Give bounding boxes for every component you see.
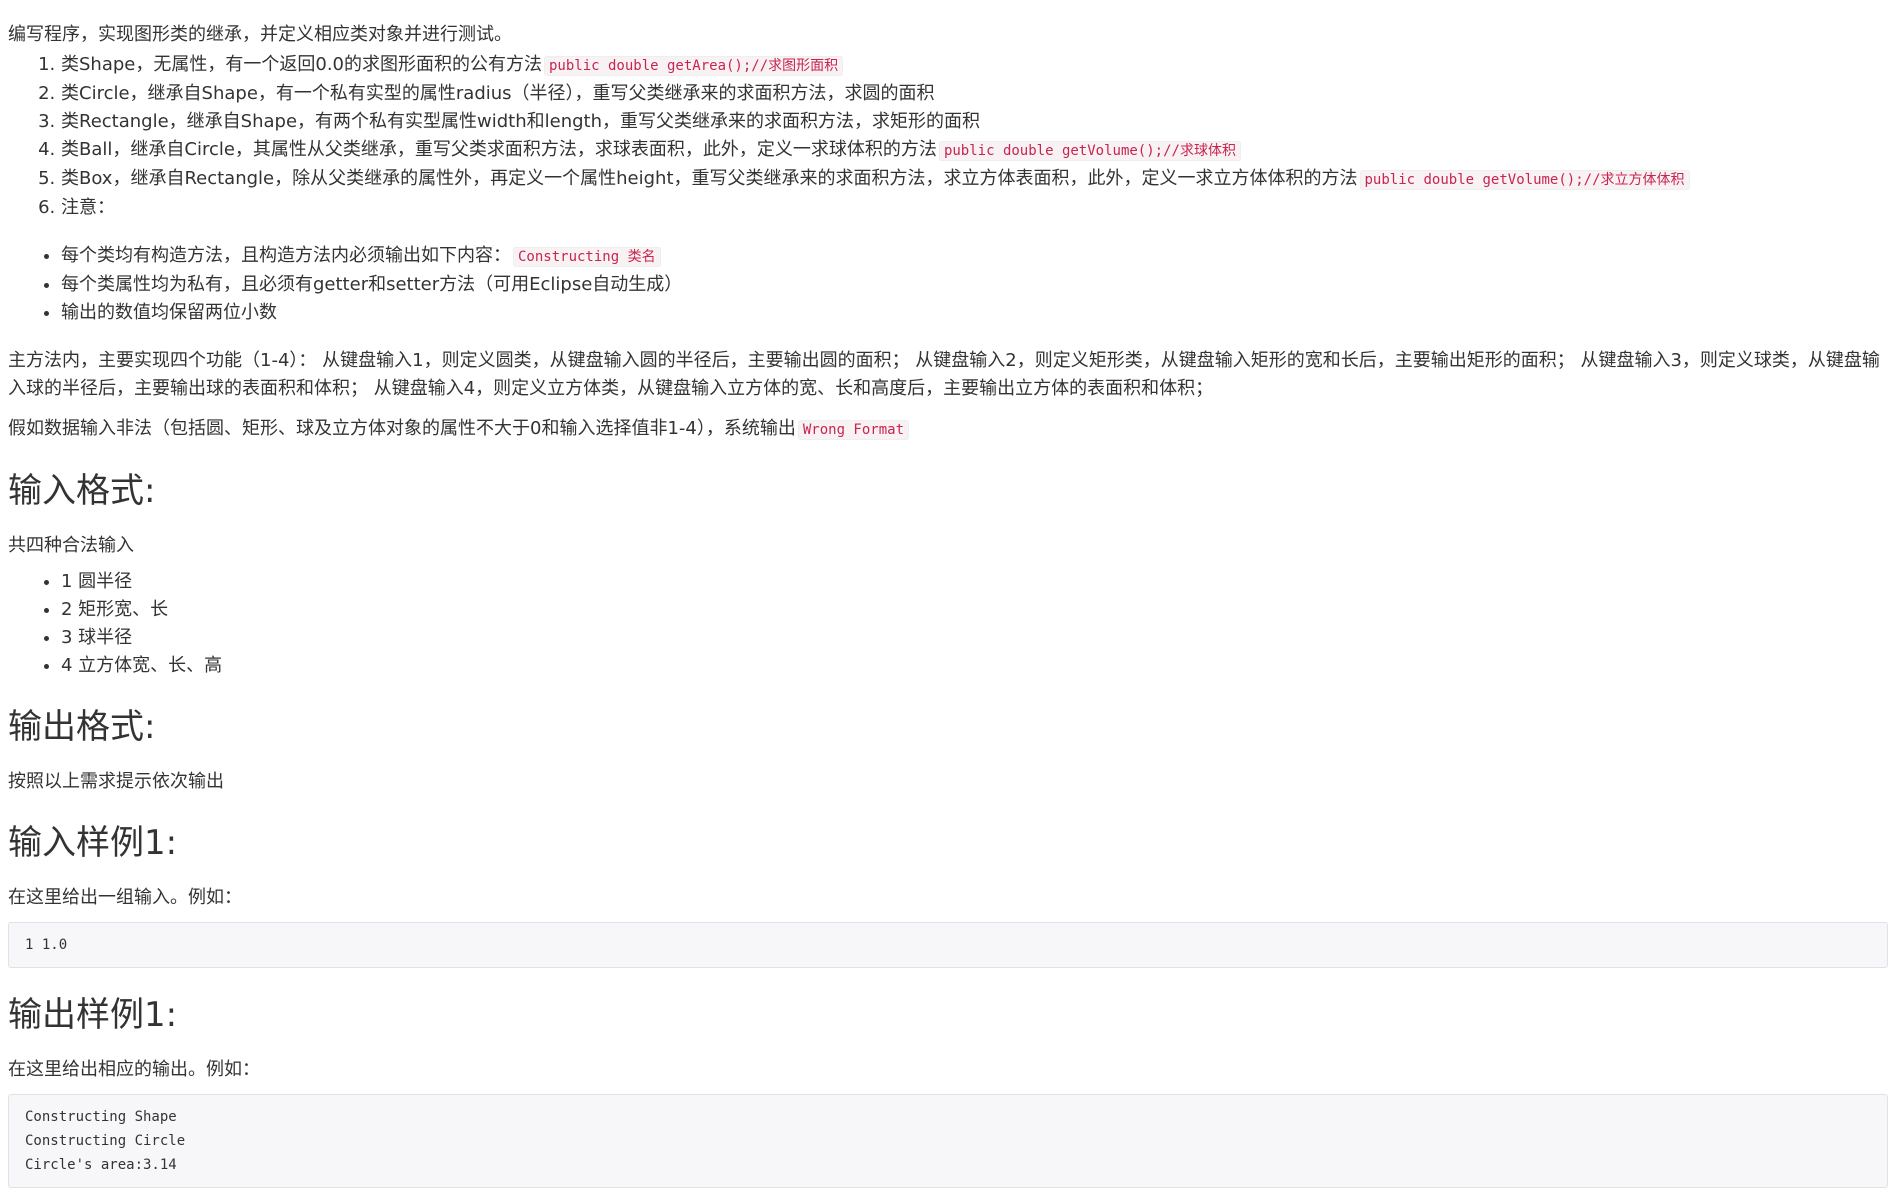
input-format-item: 1 圆半径 (61, 568, 1888, 596)
input-format-list: 1 圆半径 2 矩形宽、长 3 球半径 4 立方体宽、长、高 (8, 568, 1888, 680)
note-text: 每个类属性均为私有，且必须有getter和setter方法（可用Eclipse自… (61, 274, 683, 295)
requirement-text: 类Circle，继承自Shape，有一个私有实型的属性radius（半径），重写… (61, 83, 935, 104)
output-sample-heading: 输出样例1: (8, 995, 178, 1035)
inline-code: public double getArea();//求图形面积 (544, 56, 844, 76)
note-item: 每个类均有构造方法，且构造方法内必须输出如下内容：Constructing 类名 (61, 242, 1888, 271)
requirement-text: 类Ball，继承自Circle，其属性从父类继承，重写父类求面积方法，求球表面积… (61, 139, 937, 160)
code-line: Constructing Shape (25, 1109, 177, 1125)
requirement-text: 类Shape，无属性，有一个返回0.0的求图形面积的公有方法 (61, 54, 542, 75)
input-format-item: 4 立方体宽、长、高 (61, 652, 1888, 680)
main-method-paragraph: 主方法内，主要实现四个功能（1-4）： 从键盘输入1，则定义圆类，从键盘输入圆的… (8, 350, 1880, 399)
input-format-item: 2 矩形宽、长 (61, 596, 1888, 624)
requirement-item: 类Ball，继承自Circle，其属性从父类继承，重写父类求面积方法，求球表面积… (61, 136, 1888, 165)
input-sample-text: 在这里给出一组输入。例如： (8, 887, 242, 908)
code-line: Constructing Circle (25, 1133, 186, 1149)
inline-code: public double getVolume();//求立方体体积 (1359, 170, 1690, 190)
output-sample-text: 在这里给出相应的输出。例如： (8, 1059, 260, 1080)
wrong-format-text: 假如数据输入非法（包括圆、矩形、球及立方体对象的属性不大于0和输入选择值非1-4… (8, 418, 796, 439)
input-sample-heading: 输入样例1: (8, 823, 178, 863)
input-format-item: 3 球半径 (61, 624, 1888, 652)
inline-code: public double getVolume();//求球体积 (938, 141, 1241, 161)
input-format-heading: 输入格式: (8, 471, 156, 511)
note-text: 每个类均有构造方法，且构造方法内必须输出如下内容： (61, 245, 511, 266)
problem-description: 编写程序，实现图形类的继承，并定义相应类对象并进行测试。 类Shape，无属性，… (8, 0, 1888, 1188)
requirement-item: 类Shape，无属性，有一个返回0.0的求图形面积的公有方法public dou… (61, 51, 1888, 80)
note-item: 输出的数值均保留两位小数 (61, 299, 1888, 327)
requirement-item: 类Rectangle，继承自Shape，有两个私有实型属性width和lengt… (61, 108, 1888, 136)
input-sample-code[interactable]: 1 1.0 (8, 922, 1888, 968)
notes-list: 每个类均有构造方法，且构造方法内必须输出如下内容：Constructing 类名… (8, 242, 1888, 327)
requirements-list: 类Shape，无属性，有一个返回0.0的求图形面积的公有方法public dou… (8, 51, 1888, 222)
inline-code: Wrong Format (797, 420, 910, 440)
requirement-text: 类Box，继承自Rectangle，除从父类继承的属性外，再定义一个属性heig… (61, 168, 1358, 189)
code-line: 1 1.0 (25, 937, 68, 953)
output-format-heading: 输出格式: (8, 707, 156, 747)
code-line: Circle's area:3.14 (25, 1157, 177, 1173)
requirement-item: 类Circle，继承自Shape，有一个私有实型的属性radius（半径），重写… (61, 80, 1888, 108)
note-item: 每个类属性均为私有，且必须有getter和setter方法（可用Eclipse自… (61, 271, 1888, 299)
output-format-text: 按照以上需求提示依次输出 (8, 771, 224, 792)
requirement-text: 类Rectangle，继承自Shape，有两个私有实型属性width和lengt… (61, 111, 981, 132)
requirement-item: 类Box，继承自Rectangle，除从父类继承的属性外，再定义一个属性heig… (61, 165, 1888, 194)
wrong-format-paragraph: 假如数据输入非法（包括圆、矩形、球及立方体对象的属性不大于0和输入选择值非1-4… (8, 415, 1888, 444)
note-text: 输出的数值均保留两位小数 (61, 302, 277, 323)
requirement-text: 注意： (61, 197, 115, 218)
requirement-item: 注意： (61, 194, 1888, 222)
intro-text: 编写程序，实现图形类的继承，并定义相应类对象并进行测试。 (8, 24, 512, 45)
inline-code: Constructing 类名 (513, 247, 661, 267)
input-format-text: 共四种合法输入 (8, 535, 134, 556)
output-sample-code[interactable]: Constructing Shape Constructing Circle Cir… (8, 1094, 1888, 1188)
